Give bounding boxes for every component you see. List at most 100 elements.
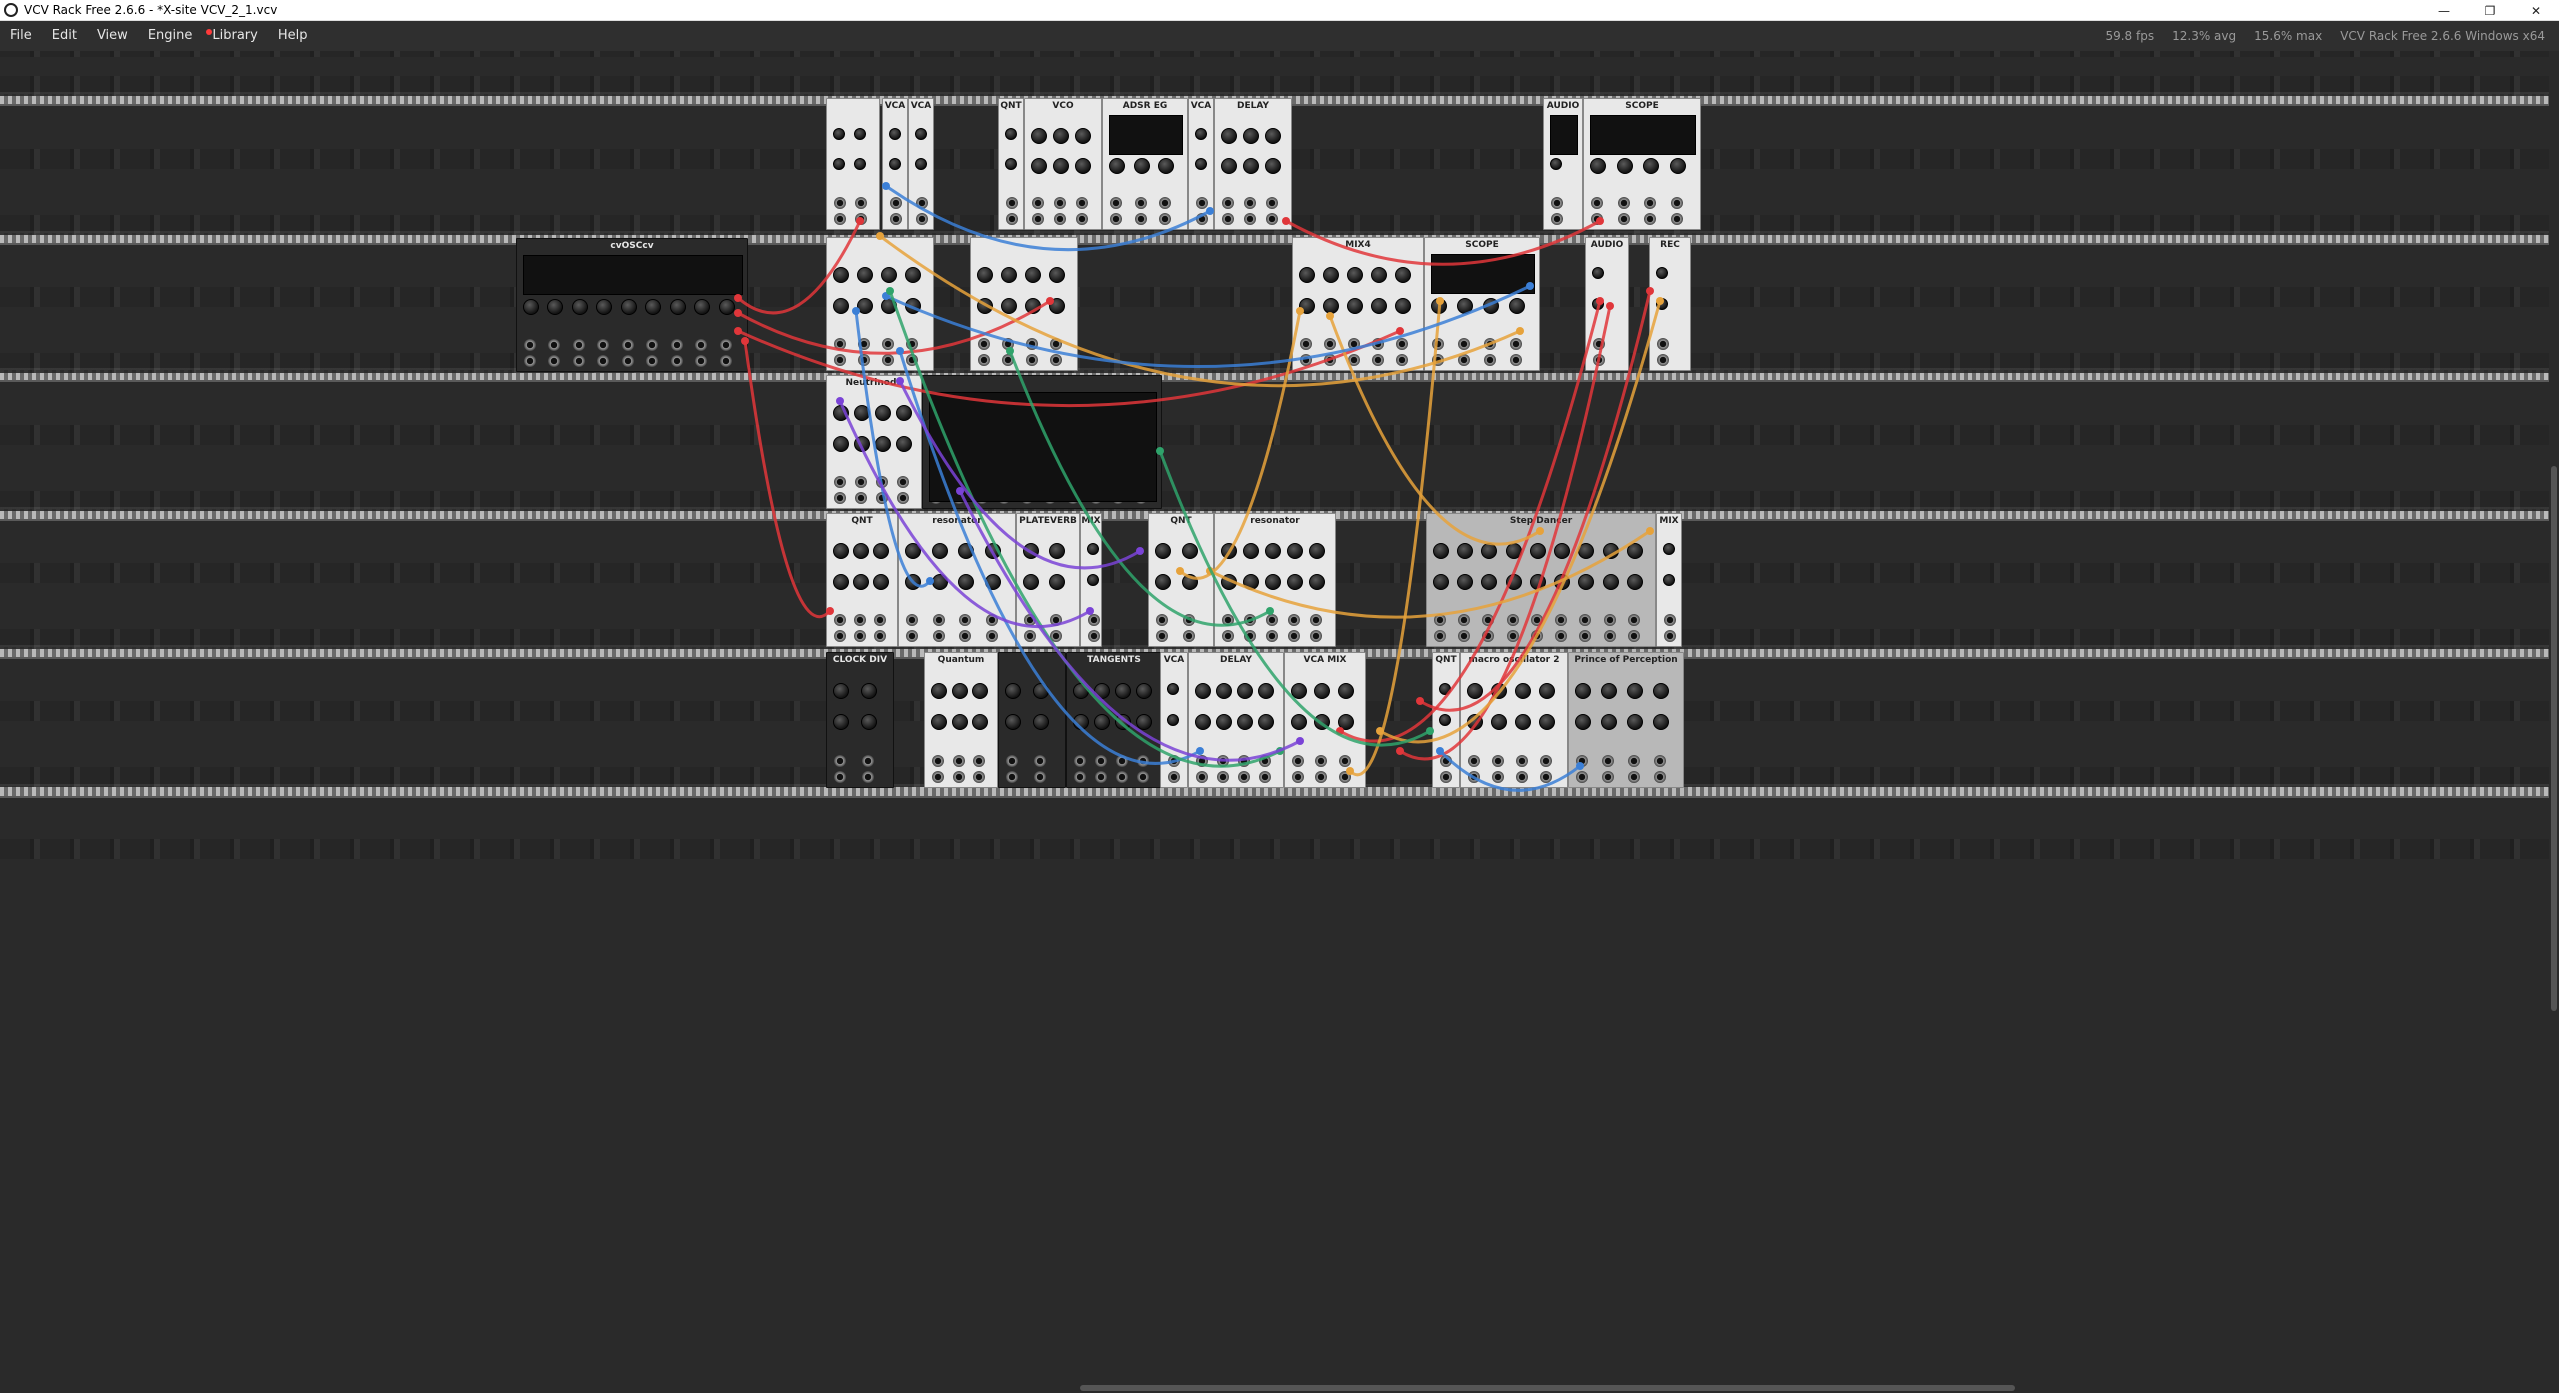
knob[interactable] [1025, 267, 1041, 284]
knob[interactable] [833, 714, 849, 731]
knob[interactable] [1309, 574, 1325, 591]
knob[interactable] [1221, 128, 1237, 145]
jack[interactable] [858, 338, 870, 350]
jack[interactable] [1434, 630, 1446, 642]
knob[interactable] [1656, 298, 1668, 311]
knob[interactable] [861, 682, 877, 699]
knob[interactable] [1433, 574, 1449, 591]
cable-plug[interactable] [1136, 547, 1144, 555]
jack[interactable] [882, 338, 894, 350]
module-neutrinode[interactable]: Neutrinode [826, 375, 922, 509]
knob[interactable] [1109, 158, 1125, 175]
jack[interactable] [858, 354, 870, 366]
knob[interactable] [896, 436, 912, 453]
knob[interactable] [1237, 714, 1253, 731]
jack[interactable] [548, 339, 561, 351]
knob[interactable] [1653, 682, 1669, 699]
jack[interactable] [834, 492, 846, 504]
jack[interactable] [1664, 630, 1676, 642]
knob[interactable] [833, 158, 845, 171]
menu-help[interactable]: Help [268, 21, 318, 51]
jack[interactable] [1196, 213, 1208, 225]
jack[interactable] [932, 755, 944, 767]
maximize-button[interactable]: ❐ [2467, 0, 2513, 21]
knob[interactable] [1167, 682, 1179, 695]
knob[interactable] [1265, 574, 1281, 591]
knob[interactable] [1539, 682, 1555, 699]
jack[interactable] [1288, 614, 1300, 626]
jack[interactable] [906, 338, 918, 350]
jack[interactable] [548, 355, 561, 367]
knob[interactable] [857, 298, 873, 315]
knob[interactable] [1073, 714, 1089, 731]
knob[interactable] [1291, 682, 1307, 699]
module-clock-div[interactable]: CLOCK DIV [826, 652, 894, 788]
module-delay[interactable]: DELAY [1188, 652, 1284, 788]
jack[interactable] [876, 476, 888, 488]
jack[interactable] [1482, 614, 1495, 626]
jack[interactable] [1593, 338, 1605, 350]
jack[interactable] [1310, 630, 1322, 642]
module-scope[interactable]: SCOPE [1583, 98, 1701, 230]
jack[interactable] [1074, 755, 1086, 767]
jack[interactable] [1168, 771, 1180, 783]
jack[interactable] [1259, 755, 1271, 767]
module-vco[interactable]: VCO [1024, 98, 1102, 230]
jack[interactable] [1468, 755, 1480, 767]
jack[interactable] [1222, 614, 1234, 626]
jack[interactable] [670, 355, 683, 367]
jack[interactable] [1492, 755, 1504, 767]
knob[interactable] [1005, 682, 1021, 699]
jack[interactable] [1627, 630, 1640, 642]
jack[interactable] [1196, 771, 1208, 783]
knob[interactable] [1243, 574, 1259, 591]
jack[interactable] [862, 771, 874, 783]
jack[interactable] [1348, 354, 1360, 366]
knob[interactable] [881, 267, 897, 284]
knob[interactable] [1025, 298, 1041, 315]
jack[interactable] [1484, 338, 1496, 350]
jack[interactable] [1217, 755, 1229, 767]
knob[interactable] [931, 574, 948, 591]
knob[interactable] [1578, 574, 1595, 591]
module-qnt[interactable]: QNT [998, 98, 1024, 230]
module-mix[interactable]: MIX [1080, 513, 1102, 647]
knob[interactable] [1216, 682, 1232, 699]
jack[interactable] [1095, 755, 1107, 767]
knob[interactable] [1601, 682, 1617, 699]
jack[interactable] [621, 355, 634, 367]
knob[interactable] [1158, 158, 1175, 175]
knob[interactable] [1590, 158, 1606, 175]
knob[interactable] [905, 543, 921, 560]
knob[interactable] [1221, 574, 1237, 591]
knob[interactable] [833, 267, 849, 284]
knob[interactable] [1073, 682, 1089, 699]
knob[interactable] [1483, 298, 1499, 315]
jack[interactable] [1506, 630, 1519, 642]
knob[interactable] [905, 267, 921, 284]
knob[interactable] [1291, 714, 1307, 731]
knob[interactable] [1265, 543, 1281, 560]
knob[interactable] [875, 405, 891, 422]
jack[interactable] [1506, 614, 1519, 626]
knob[interactable] [915, 128, 927, 141]
jack[interactable] [1159, 197, 1172, 209]
knob[interactable] [1347, 298, 1363, 315]
knob[interactable] [1167, 714, 1179, 727]
knob[interactable] [1467, 682, 1483, 699]
jack[interactable] [959, 630, 971, 642]
knob[interactable] [854, 405, 870, 422]
jack[interactable] [1372, 354, 1384, 366]
knob[interactable] [1431, 298, 1447, 315]
jack[interactable] [932, 630, 945, 642]
knob[interactable] [1457, 574, 1474, 591]
jack[interactable] [973, 755, 986, 767]
knob[interactable] [1439, 682, 1451, 695]
knob[interactable] [1136, 714, 1152, 731]
jack[interactable] [855, 213, 867, 225]
jack[interactable] [1617, 213, 1630, 225]
jack[interactable] [1076, 197, 1088, 209]
module-step-dancer[interactable]: Step Dancer [1426, 513, 1656, 647]
module-scope[interactable]: SCOPE [1424, 237, 1540, 371]
jack[interactable] [1300, 338, 1312, 350]
